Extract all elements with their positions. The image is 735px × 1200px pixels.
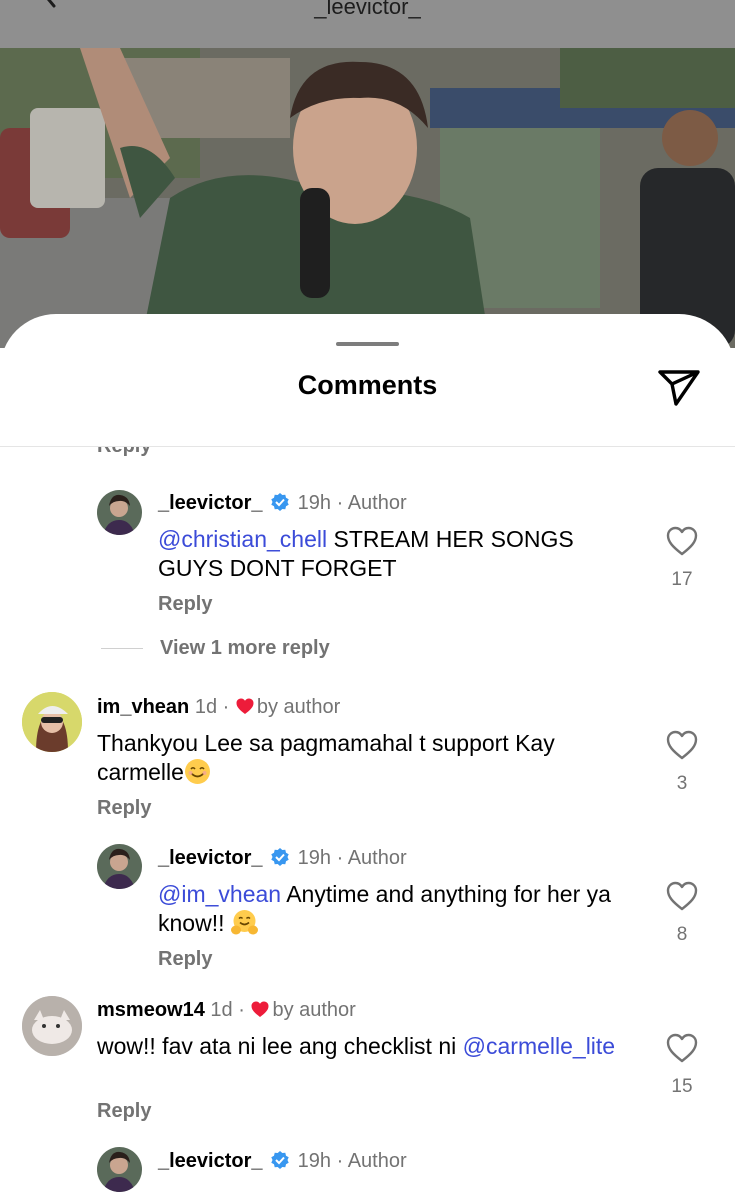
reply-button[interactable]: Reply [97, 1100, 151, 1123]
heart-outline-icon[interactable] [665, 1032, 699, 1064]
heart-outline-icon[interactable] [665, 525, 699, 557]
heart-filled-icon [251, 1001, 269, 1017]
verified-badge-icon [271, 1151, 289, 1169]
avatar[interactable] [22, 996, 82, 1056]
meta-separator: · [336, 1150, 344, 1172]
post-author-title: _leevictor_ [314, 0, 421, 19]
send-icon[interactable] [656, 364, 702, 410]
heart-outline-icon[interactable] [665, 880, 699, 912]
comment-meta: msmeow14 1d · by author [97, 999, 356, 1022]
like-count: 15 [671, 1076, 693, 1097]
reply-button[interactable]: Reply [158, 593, 212, 616]
comment-meta: _leevictor_ 19h · Author [158, 847, 407, 870]
author-tag: Author [347, 847, 407, 869]
avatar[interactable] [97, 844, 142, 889]
comments-list[interactable]: Reply _leevictor_ 19h · Author @christia… [0, 447, 735, 1200]
mention-link[interactable]: @carmelle_lite [463, 1033, 615, 1059]
sheet-drag-handle[interactable] [336, 342, 399, 346]
mention-link[interactable]: @im_vhean [158, 881, 281, 907]
comment-time: 19h [297, 847, 332, 869]
username[interactable]: _leevictor_ [158, 492, 263, 514]
comment-text: wow!! fav ata ni lee ang checklist ni @c… [97, 1032, 617, 1061]
comment-time: 19h [297, 492, 332, 514]
reply-button[interactable]: Reply [158, 948, 212, 971]
hugging-face-emoji [230, 910, 258, 935]
avatar[interactable] [97, 490, 142, 535]
reply-button[interactable]: Reply [97, 797, 151, 820]
comment-text: @im_vhean Anytime and anything for her y… [158, 880, 638, 938]
meta-separator: · [336, 492, 344, 514]
username[interactable]: _leevictor_ [158, 847, 263, 869]
heart-filled-icon [236, 698, 254, 714]
like-count: 17 [671, 569, 693, 590]
meta-separator: · [238, 999, 245, 1021]
meta-separator: · [336, 847, 344, 869]
comment-text: @christian_chell STREAM HER SONGS GUYS D… [158, 525, 628, 583]
sheet-title: Comments [297, 370, 438, 400]
comments-sheet: Comments Reply _leevictor_ 19h · Author … [0, 314, 735, 1200]
comment-meta: im_vhean 1d · by author [97, 696, 340, 719]
avatar[interactable] [97, 1147, 142, 1192]
view-more-replies-button[interactable]: View 1 more reply [160, 637, 330, 660]
comment-text: Thankyou Lee sa pagmamahal t support Kay… [97, 729, 637, 787]
meta-separator: · [222, 696, 230, 718]
avatar[interactable] [22, 692, 82, 752]
author-tag: Author [347, 492, 407, 514]
comment-body: Thankyou Lee sa pagmamahal t support Kay… [97, 730, 555, 785]
comment-meta: _leevictor_ 19h · Author [158, 1150, 407, 1173]
verified-badge-icon [271, 848, 289, 866]
comment-body: wow!! fav ata ni lee ang checklist ni [97, 1033, 463, 1059]
mention-link[interactable]: @christian_chell [158, 526, 327, 552]
post-photo [0, 48, 735, 348]
top-bar: _leevictor_ [0, 0, 735, 48]
username[interactable]: _leevictor_ [158, 1150, 263, 1172]
username[interactable]: msmeow14 [97, 999, 205, 1021]
comment-time: 1d [210, 999, 233, 1021]
reply-button[interactable]: Reply [97, 447, 151, 458]
comment-meta: _leevictor_ 19h · Author [158, 492, 407, 515]
view-more-line [101, 648, 143, 649]
like-count: 3 [676, 773, 688, 794]
liked-by-author-tag: by author [256, 696, 341, 718]
liked-by-author-tag: by author [272, 999, 356, 1021]
verified-badge-icon [271, 493, 289, 511]
like-count: 8 [676, 924, 688, 945]
comment-time: 19h [297, 1150, 332, 1172]
username[interactable]: im_vhean [97, 696, 189, 718]
heart-outline-icon[interactable] [665, 729, 699, 761]
comment-time: 1d [194, 696, 218, 718]
smiling-face-emoji [184, 759, 210, 784]
author-tag: Author [347, 1150, 407, 1172]
